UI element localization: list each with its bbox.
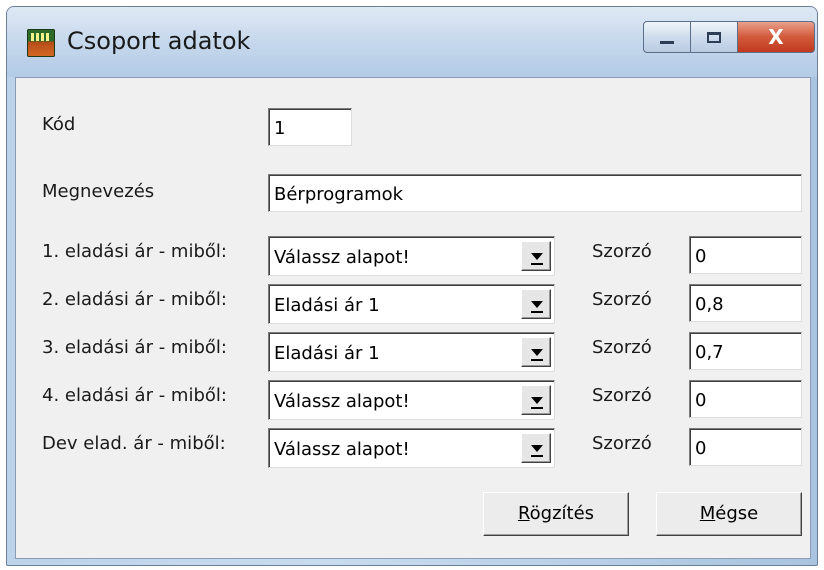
name-input[interactable]: Bérprogramok	[268, 174, 802, 212]
title-bar[interactable]: Csoport adatok X	[7, 7, 817, 77]
price-4-source-value: Válassz alapot!	[274, 391, 410, 412]
multiplier-1-label: Szorzó	[592, 241, 652, 262]
dropdown-arrow-icon[interactable]	[521, 289, 551, 319]
price-3-source-value: Eladási ár 1	[274, 343, 380, 364]
multiplier-4-label: Szorzó	[592, 385, 652, 406]
dialog-window: Csoport adatok X Kód 1 Megnevezés Bérpro…	[6, 6, 818, 566]
cancel-button[interactable]: Mégse	[656, 492, 802, 536]
multiplier-dev-label: Szorzó	[592, 433, 652, 454]
save-button-accel: R	[517, 503, 530, 524]
multiplier-3-label: Szorzó	[592, 337, 652, 358]
price-1-label: 1. eladási ár - miből:	[42, 241, 227, 262]
multiplier-1-input[interactable]: 0	[689, 236, 802, 274]
dropdown-arrow-icon[interactable]	[521, 241, 551, 271]
close-button[interactable]: X	[737, 21, 815, 53]
app-icon[interactable]	[27, 29, 55, 57]
multiplier-3-input[interactable]: 0,7	[689, 332, 802, 370]
multiplier-2-input[interactable]: 0,8	[689, 284, 802, 322]
price-dev-label: Dev elad. ár - miből:	[42, 433, 226, 454]
save-button[interactable]: Rögzítés	[483, 492, 629, 536]
price-4-label: 4. eladási ár - miből:	[42, 385, 227, 406]
price-1-source-select[interactable]: Válassz alapot!	[268, 236, 555, 276]
window-title: Csoport adatok	[67, 27, 251, 55]
dropdown-arrow-icon[interactable]	[521, 385, 551, 415]
minimize-button[interactable]	[643, 21, 691, 53]
code-label: Kód	[42, 114, 76, 135]
cancel-button-accel: M	[699, 503, 716, 524]
multiplier-dev-input[interactable]: 0	[689, 428, 802, 466]
price-3-label: 3. eladási ár - miből:	[42, 337, 227, 358]
dialog-body: Kód 1 Megnevezés Bérprogramok 1. eladási…	[15, 77, 811, 559]
price-3-source-select[interactable]: Eladási ár 1	[268, 332, 555, 372]
price-2-label: 2. eladási ár - miből:	[42, 289, 227, 310]
price-4-source-select[interactable]: Válassz alapot!	[268, 380, 555, 420]
price-2-source-value: Eladási ár 1	[274, 295, 380, 316]
name-label: Megnevezés	[42, 181, 155, 202]
price-dev-source-value: Válassz alapot!	[274, 439, 410, 460]
minimize-icon	[660, 40, 674, 44]
cancel-button-label: égse	[715, 503, 759, 524]
multiplier-4-input[interactable]: 0	[689, 380, 802, 418]
dropdown-arrow-icon[interactable]	[521, 433, 551, 463]
code-input[interactable]: 1	[268, 108, 352, 146]
maximize-icon	[707, 31, 721, 43]
close-icon: X	[768, 25, 784, 49]
multiplier-2-label: Szorzó	[592, 289, 652, 310]
save-button-label: ögzítés	[529, 503, 595, 524]
dropdown-arrow-icon[interactable]	[521, 337, 551, 367]
maximize-button[interactable]	[690, 21, 738, 53]
price-dev-source-select[interactable]: Válassz alapot!	[268, 428, 555, 468]
price-1-source-value: Válassz alapot!	[274, 247, 410, 268]
price-2-source-select[interactable]: Eladási ár 1	[268, 284, 555, 324]
